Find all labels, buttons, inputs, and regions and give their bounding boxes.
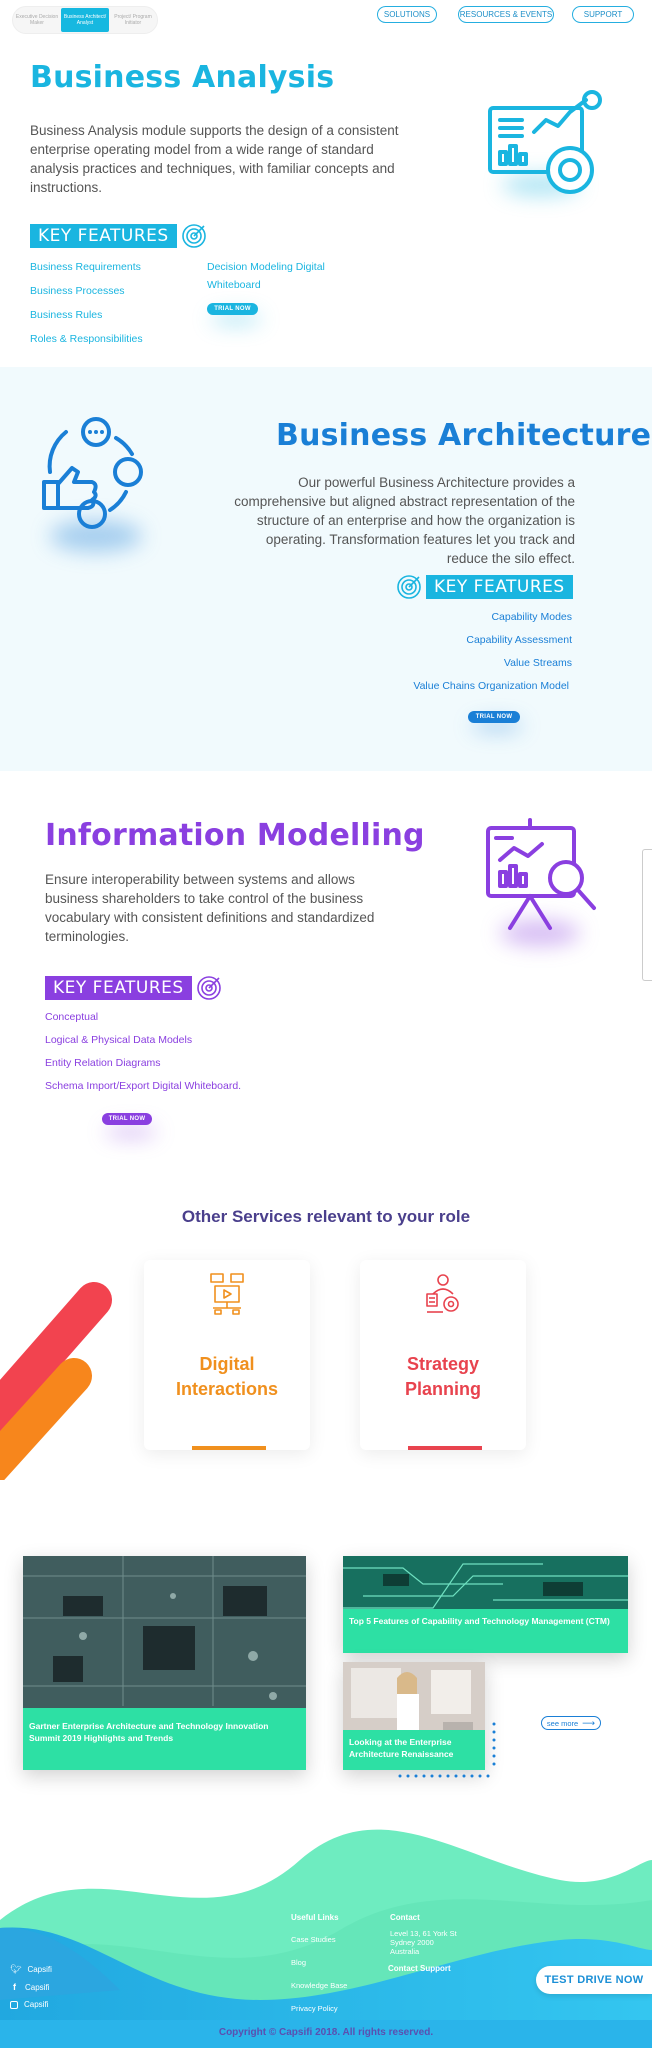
feature-link[interactable]: Capability Modes	[491, 611, 572, 623]
section-description: Our powerful Business Architecture provi…	[234, 475, 575, 566]
key-features-label: KEY FEATURES	[30, 224, 177, 248]
key-features-header: KEY FEATURES	[30, 223, 207, 249]
footer-link[interactable]: Privacy Policy	[291, 2004, 338, 2013]
strategy-planning-icon	[426, 1274, 459, 1313]
trial-now-button[interactable]: TRIAL NOW	[468, 711, 520, 723]
twitter-link[interactable]: 🐦︎ Capsifi	[10, 1964, 52, 1975]
feature-link[interactable]: Business Rules	[30, 309, 102, 321]
key-features-header: KEY FEATURES	[45, 975, 222, 1001]
instagram-link[interactable]: Capsifi	[10, 2000, 48, 2009]
presentation-analysis-icon	[486, 818, 596, 930]
section-title: Information Modelling	[45, 818, 425, 853]
feature-link[interactable]: Business Processes	[30, 285, 125, 297]
arrow-right-icon: ⟶	[582, 1717, 596, 1728]
facebook-icon: f	[13, 1982, 16, 1992]
service-title-line2: Interactions	[175, 1379, 279, 1399]
service-accent-bar	[408, 1446, 482, 1450]
social-label: Capsifi	[27, 1965, 52, 1974]
footer-link[interactable]: Knowledge Base	[291, 1981, 347, 1990]
role-business-architect[interactable]: Business Architect/ Analyst	[61, 8, 109, 32]
feature-link[interactable]: Decision Modeling Digital	[207, 261, 325, 273]
section-title: Business Analysis	[30, 60, 335, 95]
contact-support-link[interactable]: Contact Support	[388, 1964, 451, 1973]
services-heading: Other Services relevant to your role	[181, 1207, 471, 1226]
address-line: Level 13, 61 York St	[390, 1929, 457, 1938]
role-project-initiator[interactable]: Project/ Program Initiator	[109, 7, 157, 33]
feature-link[interactable]: Capability Assessment	[466, 634, 572, 646]
trial-now-button[interactable]: TRIAL NOW	[207, 303, 258, 315]
nav-resources-events[interactable]: RESOURCES & EVENTS	[458, 6, 554, 23]
section-description: Business Analysis module supports the de…	[30, 123, 399, 195]
digital-interactions-icon	[210, 1273, 244, 1315]
news-card[interactable]: Top 5 Features of Capability and Technol…	[343, 1556, 628, 1653]
role-switch[interactable]: Executive Decision Maker Business Archit…	[12, 6, 158, 34]
key-features-header: KEY FEATURES	[396, 574, 573, 600]
news-caption: Gartner Enterprise Architecture and Tech…	[23, 1708, 306, 1770]
key-features-label: KEY FEATURES	[45, 976, 192, 1000]
section-description: Ensure interoperability between systems …	[45, 872, 375, 944]
service-title-line1: Strategy	[406, 1354, 480, 1374]
feature-link[interactable]: Whiteboard	[207, 279, 261, 291]
instagram-icon	[10, 2000, 18, 2009]
useful-links-heading: Useful Links	[291, 1913, 339, 1922]
feature-link[interactable]: Entity Relation Diagrams	[45, 1057, 161, 1069]
address-line: Australia	[390, 1947, 420, 1956]
nav-support[interactable]: SUPPORT	[572, 6, 634, 23]
service-card-digital-interactions[interactable]: Digital Interactions	[144, 1260, 310, 1450]
contact-heading: Contact	[390, 1913, 420, 1922]
dotted-decoration	[398, 1722, 496, 1778]
target-icon	[397, 575, 421, 599]
key-features-label: KEY FEATURES	[426, 575, 573, 599]
feature-link[interactable]: Roles & Responsibilities	[30, 333, 143, 345]
service-title-line1: Digital	[199, 1354, 255, 1374]
thumbs-up-cycle-icon	[42, 417, 143, 529]
news-card[interactable]: Gartner Enterprise Architecture and Tech…	[23, 1556, 306, 1770]
see-more-label: see more	[546, 1718, 579, 1728]
service-card-strategy-planning[interactable]: Strategy Planning	[360, 1260, 526, 1450]
target-icon	[181, 224, 206, 248]
top-bar: Executive Decision Maker Business Archit…	[0, 0, 652, 40]
role-executive[interactable]: Executive Decision Maker	[13, 7, 61, 33]
footer-link[interactable]: Case Studies	[291, 1935, 336, 1944]
trial-now-button[interactable]: TRIAL NOW	[102, 1113, 152, 1125]
social-label: Capsifi	[25, 1982, 50, 1992]
service-title: Digital Interactions	[144, 1352, 310, 1402]
target-icon	[196, 976, 221, 1000]
copyright: Copyright © Capsifi 2018. All rights res…	[218, 2027, 434, 2038]
feature-link[interactable]: Value Chains Organization Model	[413, 680, 569, 692]
footer-link[interactable]: Blog	[291, 1958, 306, 1967]
nav-solutions[interactable]: SOLUTIONS	[377, 6, 437, 23]
feature-link[interactable]: Logical & Physical Data Models	[45, 1034, 192, 1046]
feature-link[interactable]: Business Requirements	[30, 261, 141, 273]
service-accent-bar	[192, 1446, 266, 1450]
address-line: Sydney 2000	[390, 1938, 434, 1947]
news-caption: Top 5 Features of Capability and Technol…	[343, 1609, 628, 1653]
test-drive-button[interactable]: TEST DRIVE NOW	[536, 1966, 652, 1994]
feature-link[interactable]: Value Streams	[504, 657, 572, 669]
twitter-icon: 🐦︎	[10, 1964, 22, 1974]
analytics-dashboard-icon	[488, 90, 602, 194]
service-title: Strategy Planning	[360, 1352, 526, 1402]
see-more-button[interactable]: see more ⟶	[541, 1716, 601, 1730]
service-title-line2: Planning	[405, 1379, 481, 1399]
section-title: Business Architecture	[276, 418, 652, 453]
social-label: Capsifi	[24, 2000, 49, 2009]
side-scroll-tab[interactable]	[642, 849, 652, 981]
feature-link[interactable]: Conceptual	[45, 1011, 98, 1023]
button-glow	[105, 1126, 157, 1138]
decorative-stripes	[0, 1282, 112, 1480]
facebook-link[interactable]: f Capsifi	[10, 1982, 49, 1992]
feature-link[interactable]: Schema Import/Export Digital Whiteboard.	[45, 1080, 241, 1092]
